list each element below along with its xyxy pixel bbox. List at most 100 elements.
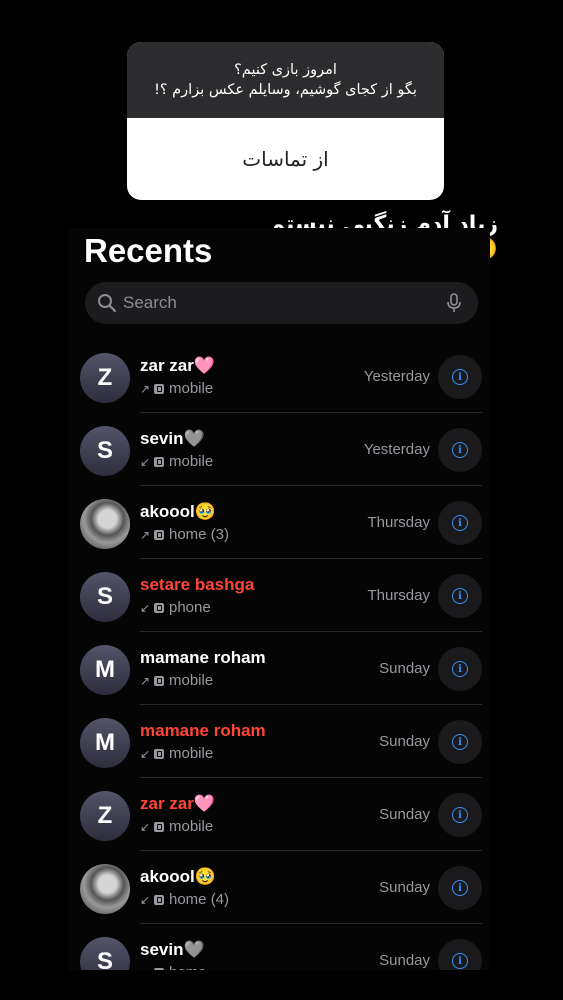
question-header: امروز بازی کنیم؟ بگو از کجای گوشیم، وسای… [127, 42, 444, 118]
call-direction-icon: ↙ [140, 746, 151, 761]
avatar: S [80, 426, 130, 476]
call-date: Sunday [379, 952, 430, 969]
phone-icon [154, 967, 164, 970]
phone-icon [154, 383, 164, 394]
call-type: mobile [169, 672, 214, 689]
question-line-2: بگو از کجای گوشیم، وسایلم عکس بزارم ؟! [154, 82, 417, 98]
call-type: home (4) [169, 891, 230, 908]
avatar [80, 499, 130, 549]
call-date: Sunday [379, 806, 430, 823]
microphone-icon[interactable] [446, 293, 462, 313]
call-details: ↙ home [140, 964, 207, 970]
call-row[interactable]: Z zar zar🩷 ↙ mobile Sunday i [68, 778, 490, 851]
info-button[interactable]: i [438, 939, 482, 970]
info-button[interactable]: i [438, 866, 482, 910]
info-icon: i [452, 369, 468, 385]
avatar: S [80, 572, 130, 622]
call-details: ↙ mobile [140, 453, 213, 470]
call-direction-icon: ↗ [140, 381, 151, 396]
call-type: mobile [169, 818, 214, 835]
call-direction-icon: ↙ [140, 892, 151, 907]
info-icon: i [452, 588, 468, 604]
call-row[interactable]: S setare bashga ↙ phone Thursday i [68, 559, 490, 632]
question-answer: از تماسات [242, 147, 329, 171]
info-icon: i [452, 661, 468, 677]
phone-icon [154, 748, 164, 759]
call-direction-icon: ↙ [140, 454, 151, 469]
avatar: Z [80, 791, 130, 841]
call-row[interactable]: S sevin🩶 ↙ home Sunday i [68, 924, 490, 970]
contact-name: akoool🥹 [140, 502, 216, 521]
call-type: mobile [169, 745, 214, 762]
call-type: phone [169, 599, 211, 616]
call-date: Sunday [379, 733, 430, 750]
contact-name: akoool🥹 [140, 867, 216, 886]
info-button[interactable]: i [438, 720, 482, 764]
info-icon: i [452, 880, 468, 896]
call-details: ↙ home (4) [140, 891, 229, 908]
phone-icon [154, 456, 164, 467]
call-row[interactable]: akoool🥹 ↗ home (3) Thursday i [68, 486, 490, 559]
call-direction-icon: ↙ [140, 600, 151, 615]
recents-list: Z zar zar🩷 ↗ mobile Yesterday i S sevin🩶… [68, 340, 490, 970]
contact-name: zar zar🩷 [140, 356, 216, 375]
call-details: ↙ mobile [140, 818, 213, 835]
info-button[interactable]: i [438, 428, 482, 472]
call-details: ↙ mobile [140, 745, 213, 762]
info-icon: i [452, 515, 468, 531]
call-date: Yesterday [363, 441, 430, 458]
call-date: Yesterday [363, 368, 430, 385]
question-line-1: امروز بازی کنیم؟ [234, 62, 337, 78]
call-type: mobile [169, 453, 214, 470]
call-details: ↗ mobile [140, 380, 213, 397]
call-direction-icon: ↗ [140, 527, 151, 542]
story-question-card: امروز بازی کنیم؟ بگو از کجای گوشیم، وسای… [127, 42, 444, 200]
call-direction-icon: ↙ [140, 819, 151, 834]
avatar: S [80, 937, 130, 970]
info-icon: i [452, 953, 468, 969]
avatar: Z [80, 353, 130, 403]
avatar: M [80, 718, 130, 768]
contact-name: mamane roham [140, 721, 266, 740]
call-row[interactable]: akoool🥹 ↙ home (4) Sunday i [68, 851, 490, 924]
call-details: ↗ mobile [140, 672, 213, 689]
contact-name: mamane roham [140, 648, 266, 667]
info-icon: i [452, 442, 468, 458]
page-title: Recents [84, 232, 213, 269]
call-details: ↙ phone [140, 599, 211, 616]
phone-icon [154, 821, 164, 832]
call-date: Thursday [367, 587, 430, 604]
contact-name: sevin🩶 [140, 940, 205, 959]
call-direction-icon: ↗ [140, 673, 151, 688]
search-input[interactable] [123, 293, 446, 313]
phone-icon [154, 529, 164, 540]
avatar: M [80, 645, 130, 695]
call-type: home (3) [169, 526, 230, 543]
call-row[interactable]: Z zar zar🩷 ↗ mobile Yesterday i [68, 340, 490, 413]
info-icon: i [452, 807, 468, 823]
info-button[interactable]: i [438, 793, 482, 837]
search-icon [98, 294, 117, 313]
phone-icon [154, 675, 164, 686]
call-date: Thursday [367, 514, 430, 531]
info-button[interactable]: i [438, 501, 482, 545]
call-type: home [169, 964, 207, 970]
call-date: Sunday [379, 660, 430, 677]
phone-icon [154, 602, 164, 613]
call-row[interactable]: M mamane roham ↙ mobile Sunday i [68, 705, 490, 778]
contact-name: zar zar🩷 [140, 794, 216, 813]
call-row[interactable]: M mamane roham ↗ mobile Sunday i [68, 632, 490, 705]
info-button[interactable]: i [438, 647, 482, 691]
call-details: ↗ home (3) [140, 526, 229, 543]
call-type: mobile [169, 380, 214, 397]
info-button[interactable]: i [438, 574, 482, 618]
search-bar[interactable] [85, 282, 478, 324]
contact-name: sevin🩶 [140, 429, 205, 448]
call-date: Sunday [379, 879, 430, 896]
info-icon: i [452, 734, 468, 750]
phone-icon [154, 894, 164, 905]
avatar [80, 864, 130, 914]
call-direction-icon: ↙ [140, 966, 152, 971]
call-row[interactable]: S sevin🩶 ↙ mobile Yesterday i [68, 413, 490, 486]
info-button[interactable]: i [438, 355, 482, 399]
